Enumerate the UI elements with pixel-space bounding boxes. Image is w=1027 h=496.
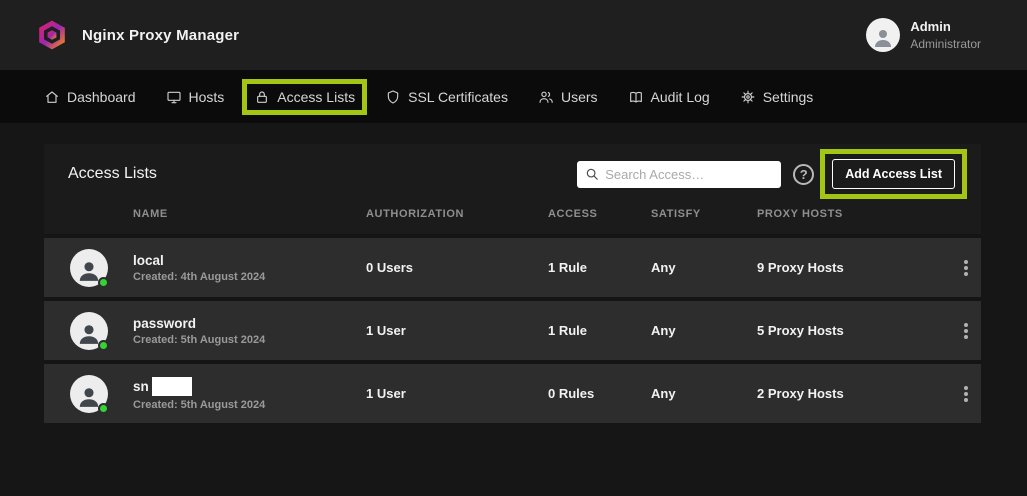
book-icon: [628, 89, 644, 105]
card-actions: Add Access List: [577, 159, 965, 189]
satisfy-cell: Any: [651, 260, 757, 275]
gear-icon: [740, 89, 756, 105]
nav-item-label: SSL Certificates: [408, 89, 508, 105]
avatar-cell: [44, 249, 133, 287]
nav-item-settings[interactable]: Settings: [740, 89, 814, 105]
name-cell: local Created: 4th August 2024: [133, 253, 366, 283]
app-title: Nginx Proxy Manager: [82, 27, 239, 44]
user-role: Administrator: [910, 36, 981, 52]
kebab-menu-icon[interactable]: [964, 266, 968, 270]
avatar-cell: [44, 312, 133, 350]
row-name: local: [133, 253, 164, 268]
status-dot: [98, 277, 109, 288]
access-lists-card: Access Lists Add Access List NAME AU: [44, 144, 981, 423]
nav-item-label: Hosts: [189, 89, 225, 105]
row-name: password: [133, 316, 196, 331]
avatar: [70, 375, 108, 413]
authorization-cell: 1 User: [366, 386, 548, 401]
lock-icon: [254, 89, 270, 105]
menu-cell: [950, 266, 981, 270]
table-row[interactable]: sn Created: 5th August 2024 1 User 0 Rul…: [44, 360, 981, 423]
nav-item-hosts[interactable]: Hosts: [166, 89, 225, 105]
monitor-icon: [166, 89, 182, 105]
column-header-authorization: AUTHORIZATION: [366, 208, 548, 220]
nav-item-label: Access Lists: [277, 89, 355, 105]
access-cell: 1 Rule: [548, 260, 651, 275]
authorization-cell: 0 Users: [366, 260, 548, 275]
avatar: [70, 312, 108, 350]
app-logo-icon: [36, 19, 68, 51]
main-content: Access Lists Add Access List NAME AU: [0, 123, 1027, 496]
proxy-hosts-cell: 2 Proxy Hosts: [757, 386, 950, 401]
add-access-list-button[interactable]: Add Access List: [832, 159, 955, 189]
search-input[interactable]: [605, 167, 773, 182]
status-dot: [98, 403, 109, 414]
access-cell: 0 Rules: [548, 386, 651, 401]
row-name: sn: [133, 379, 149, 394]
menu-cell: [950, 329, 981, 333]
column-header-satisfy: SATISFY: [651, 208, 757, 220]
user-text: Admin Administrator: [910, 18, 981, 52]
kebab-menu-icon[interactable]: [964, 329, 968, 333]
app-header: Nginx Proxy Manager Admin Administrator: [0, 0, 1027, 70]
add-button-wrap: Add Access List: [832, 159, 955, 189]
authorization-cell: 1 User: [366, 323, 548, 338]
nav-item-audit-log[interactable]: Audit Log: [628, 89, 710, 105]
menu-cell: [950, 392, 981, 396]
table-header: NAME AUTHORIZATION ACCESS SATISFY PROXY …: [44, 202, 981, 234]
user-name: Admin: [910, 18, 981, 36]
proxy-hosts-cell: 5 Proxy Hosts: [757, 323, 950, 338]
satisfy-cell: Any: [651, 323, 757, 338]
home-icon: [44, 89, 60, 105]
table-row[interactable]: password Created: 5th August 2024 1 User…: [44, 297, 981, 360]
row-created: Created: 5th August 2024: [133, 399, 366, 411]
avatar: [70, 249, 108, 287]
proxy-hosts-cell: 9 Proxy Hosts: [757, 260, 950, 275]
column-header-name: NAME: [133, 208, 366, 220]
nav-item-ssl-certificates[interactable]: SSL Certificates: [385, 89, 508, 105]
shield-icon: [385, 89, 401, 105]
user-menu[interactable]: Admin Administrator: [866, 18, 981, 52]
nav-item-label: Dashboard: [67, 89, 136, 105]
access-cell: 1 Rule: [548, 323, 651, 338]
table-row[interactable]: local Created: 4th August 2024 0 Users 1…: [44, 234, 981, 297]
name-cell: password Created: 5th August 2024: [133, 316, 366, 346]
card-header: Access Lists Add Access List: [44, 144, 981, 202]
nav-item-label: Audit Log: [651, 89, 710, 105]
status-dot: [98, 340, 109, 351]
nav-item-users[interactable]: Users: [538, 89, 598, 105]
redaction-box: [152, 377, 192, 396]
satisfy-cell: Any: [651, 386, 757, 401]
column-header-access: ACCESS: [548, 208, 651, 220]
help-icon[interactable]: [793, 164, 814, 185]
avatar-cell: [44, 375, 133, 413]
name-cell: sn Created: 5th August 2024: [133, 377, 366, 411]
row-created: Created: 4th August 2024: [133, 271, 366, 283]
user-avatar[interactable]: [866, 18, 900, 52]
nav-item-access-lists[interactable]: Access Lists: [254, 89, 355, 105]
users-icon: [538, 89, 554, 105]
row-created: Created: 5th August 2024: [133, 334, 366, 346]
column-header-proxy-hosts: PROXY HOSTS: [757, 208, 950, 220]
search-box: [577, 161, 781, 188]
nav-item-dashboard[interactable]: Dashboard: [44, 89, 136, 105]
nav-item-label: Settings: [763, 89, 814, 105]
search-icon: [585, 167, 599, 181]
kebab-menu-icon[interactable]: [964, 392, 968, 396]
main-nav: Dashboard Hosts Access Lists SSL Certifi…: [0, 70, 1027, 123]
nav-item-label: Users: [561, 89, 598, 105]
person-icon: [871, 26, 895, 50]
page-title: Access Lists: [68, 165, 157, 183]
app-window: Nginx Proxy Manager Admin Administrator …: [0, 0, 1027, 496]
